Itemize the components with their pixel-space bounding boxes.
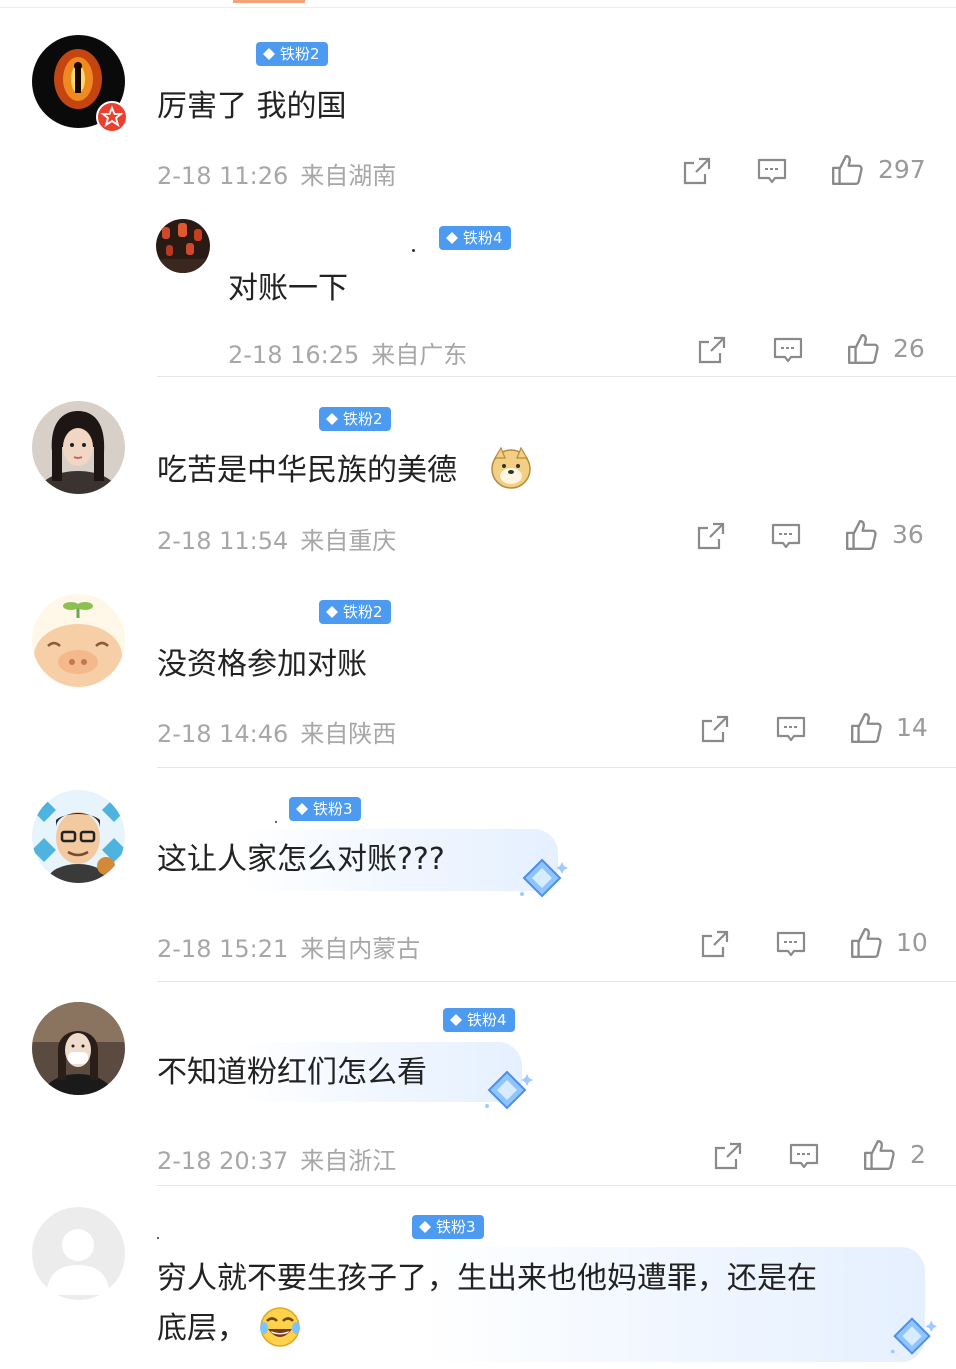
avatar[interactable] [32,594,125,687]
badge-label: 铁粉2 [343,410,383,428]
comment-time: 2-18 20:37 [157,1147,289,1175]
comment-time: 2-18 11:26 [157,162,289,190]
comment-icon[interactable] [772,334,804,366]
diamond-icon [326,413,338,425]
top-accent-bar [233,0,305,3]
comment-meta: 2-18 15:21 来自内蒙古 [157,929,420,964]
comment-text: 对账一下 [228,271,348,306]
fan-level-badge: 铁粉4 [439,226,511,250]
comment-location: 来自湖南 [300,162,397,190]
comment-text-line1: 穷人就不要生孩子了，生出来也他妈遭罪，还是在 [157,1261,817,1296]
share-icon[interactable] [696,334,728,366]
like-icon[interactable] [849,926,883,960]
diamond-icon [263,48,275,60]
comment-time: 2-18 14:46 [157,720,289,748]
like-icon[interactable] [844,518,878,552]
diamond-decoration-icon [885,1311,939,1365]
diamond-icon [446,232,458,244]
like-icon[interactable] [830,153,864,187]
diamond-icon [450,1014,462,1026]
comment-icon[interactable] [756,155,788,187]
avatar[interactable] [32,1002,125,1095]
like-count: 297 [878,155,926,184]
like-count: 14 [896,713,928,742]
like-icon[interactable] [862,1138,896,1172]
fan-level-badge: 铁粉2 [319,600,391,624]
comment-icon[interactable] [788,1140,820,1172]
fan-level-badge: 铁粉4 [443,1008,515,1032]
comment-meta: 2-18 20:37 来自浙江 [157,1141,396,1176]
default-avatar[interactable] [32,1207,125,1300]
username-placeholder-dot [157,1237,159,1239]
comment-location: 来自重庆 [300,527,397,555]
username-placeholder-dot [275,821,277,823]
top-divider [0,7,956,8]
diamond-decoration-icon [479,1064,535,1120]
badge-label: 铁粉3 [436,1218,476,1236]
comment-time: 2-18 11:54 [157,527,289,555]
share-icon[interactable] [699,713,731,745]
diamond-decoration-icon [514,852,570,908]
badge-label: 铁粉4 [467,1011,507,1029]
username-placeholder-dot [412,249,415,252]
like-count: 36 [892,520,924,549]
share-icon[interactable] [712,1140,744,1172]
comment-icon[interactable] [770,520,802,552]
like-icon[interactable] [849,711,883,745]
diamond-icon [326,606,338,618]
avatar[interactable] [32,401,125,494]
diamond-icon [296,803,308,815]
comment-text: 厉害了 我的国 [157,89,347,124]
comment-meta: 2-18 11:54 来自重庆 [157,521,396,556]
comment-text: 没资格参加对账 [157,647,367,682]
verified-star-icon [96,101,128,133]
comment-location: 来自陕西 [300,720,397,748]
share-icon[interactable] [695,520,727,552]
doge-emoji-icon [489,446,533,490]
diamond-icon [419,1221,431,1233]
badge-label: 铁粉2 [280,45,320,63]
fan-level-badge: 铁粉2 [256,42,328,66]
avatar[interactable] [156,219,210,273]
badge-label: 铁粉3 [313,800,353,818]
comment-time: 2-18 15:21 [157,935,289,963]
comment-meta: 2-18 11:26 来自湖南 [157,156,396,191]
fan-level-badge: 铁粉3 [289,797,361,821]
comment-text: 不知道粉红们怎么看 [157,1055,427,1090]
share-icon[interactable] [681,155,713,187]
comment-text: 这让人家怎么对账??? [157,842,445,877]
badge-label: 铁粉2 [343,603,383,621]
laugh-tears-emoji-icon [258,1305,302,1349]
comment-divider [157,981,956,982]
like-count: 10 [896,928,928,957]
comment-divider [157,1185,956,1186]
like-count: 26 [893,334,925,363]
comment-meta: 2-18 14:46 来自陕西 [157,714,396,749]
user-silhouette-icon [32,1207,125,1300]
like-icon[interactable] [846,332,880,366]
fan-level-badge: 铁粉3 [412,1215,484,1239]
comment-location: 来自广东 [371,341,468,369]
comment-text-line2: 底层， [157,1311,247,1346]
share-icon[interactable] [699,928,731,960]
comment-icon[interactable] [775,928,807,960]
comment-time: 2-18 16:25 [228,341,360,369]
comment-icon[interactable] [775,713,807,745]
comment-location: 来自浙江 [300,1147,397,1175]
like-count: 2 [910,1140,926,1169]
badge-label: 铁粉4 [463,229,503,247]
comment-location: 来自内蒙古 [300,935,421,963]
comment-divider [157,376,956,377]
avatar[interactable] [32,790,125,883]
comment-text: 吃苦是中华民族的美德 [157,453,457,488]
fan-level-badge: 铁粉2 [319,407,391,431]
comment-meta: 2-18 16:25 来自广东 [228,335,467,370]
comment-divider [157,767,956,768]
